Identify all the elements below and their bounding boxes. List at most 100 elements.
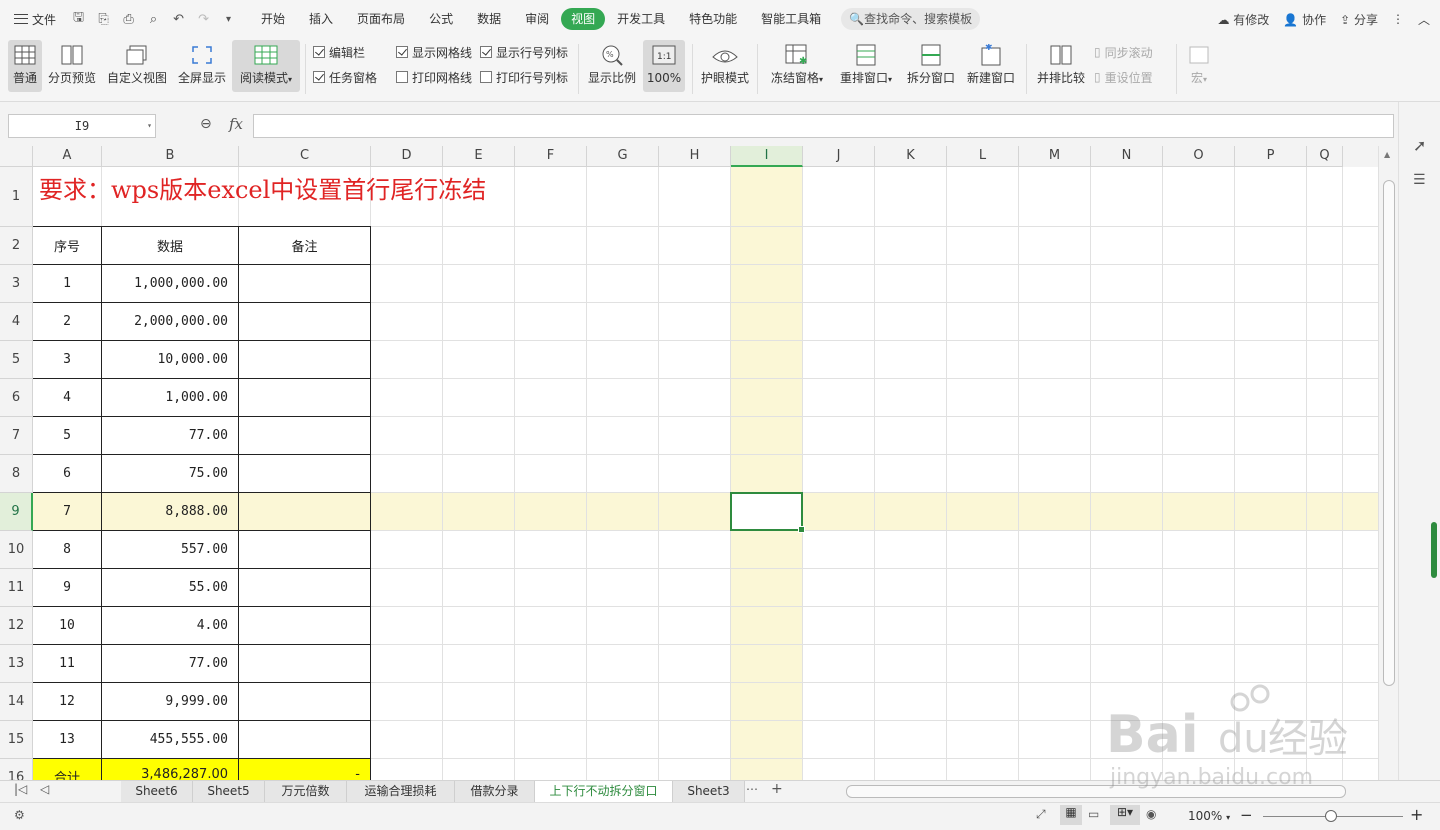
scroll-up-icon[interactable]: ▲ bbox=[1384, 150, 1390, 159]
row-header-6[interactable]: 6 bbox=[0, 379, 33, 417]
active-cell-i9[interactable] bbox=[730, 492, 805, 533]
cell-value[interactable]: 455,555.00 bbox=[101, 720, 239, 759]
row-header-15[interactable]: 15 bbox=[0, 721, 33, 759]
arrange-windows-button[interactable]: 重排窗口▾ bbox=[834, 40, 898, 92]
row-header-11[interactable]: 11 bbox=[0, 569, 33, 607]
row-header-2[interactable]: 2 bbox=[0, 227, 33, 265]
eye-status-icon[interactable]: ◉ bbox=[1146, 807, 1156, 821]
custom-view-button[interactable]: 自定义视图 bbox=[104, 40, 170, 92]
macro-record-icon[interactable]: ⚙ bbox=[14, 808, 25, 822]
reset-position-button[interactable]: ▯ 重设位置 bbox=[1094, 68, 1153, 86]
menu-1[interactable]: 开始 bbox=[249, 8, 297, 30]
print-icon[interactable]: ⎙ bbox=[116, 12, 141, 27]
vertical-scrollbar[interactable]: ▲ bbox=[1378, 146, 1398, 780]
cell-value[interactable]: 1,000.00 bbox=[101, 378, 239, 417]
cell-value[interactable]: 8,888.00 bbox=[101, 492, 239, 531]
row-header-4[interactable]: 4 bbox=[0, 303, 33, 341]
panel-scroll-indicator[interactable] bbox=[1431, 522, 1437, 578]
sheet-tab-2[interactable]: Sheet5 bbox=[193, 781, 265, 802]
reading-mode-button[interactable]: 阅读模式▾ bbox=[232, 40, 300, 92]
header-cell-note[interactable]: 备注 bbox=[238, 226, 371, 265]
column-header-i[interactable]: I bbox=[731, 146, 803, 167]
cell-note[interactable] bbox=[238, 378, 371, 417]
cell-value[interactable]: 4.00 bbox=[101, 606, 239, 645]
header-cell-no[interactable]: 序号 bbox=[33, 226, 102, 265]
vertical-scroll-thumb[interactable] bbox=[1383, 180, 1395, 686]
menu-10[interactable]: 智能工具箱 bbox=[749, 8, 833, 30]
freeze-panes-button[interactable]: ✱ 冻结窗格▾ bbox=[765, 40, 829, 92]
fullscreen-button[interactable]: 全屏显示 bbox=[176, 40, 228, 92]
cell-no[interactable]: 6 bbox=[33, 454, 102, 493]
row-header-9[interactable]: 9 bbox=[0, 493, 33, 531]
first-sheet-icon[interactable]: |◁ bbox=[14, 782, 27, 796]
total-value-cell[interactable]: 3,486,287.00 bbox=[101, 758, 239, 780]
more-sheets-icon[interactable]: ⋯ bbox=[746, 782, 758, 796]
cell-no[interactable]: 3 bbox=[33, 340, 102, 379]
cell-no[interactable]: 12 bbox=[33, 682, 102, 721]
split-window-button[interactable]: 拆分窗口 bbox=[903, 40, 959, 92]
column-header-m[interactable]: M bbox=[1019, 146, 1091, 167]
cell-no[interactable]: 8 bbox=[33, 530, 102, 569]
column-header-e[interactable]: E bbox=[443, 146, 515, 167]
cell-no[interactable]: 2 bbox=[33, 302, 102, 341]
horizontal-scrollbar[interactable] bbox=[830, 785, 1360, 798]
column-header-n[interactable]: N bbox=[1091, 146, 1163, 167]
menu-6[interactable]: 审阅 bbox=[513, 8, 561, 30]
zoom-ratio-button[interactable]: % 显示比例 bbox=[586, 40, 638, 92]
more-icon[interactable]: ⋮ bbox=[1392, 12, 1404, 26]
menu-4[interactable]: 公式 bbox=[417, 8, 465, 30]
cell-no[interactable]: 5 bbox=[33, 416, 102, 455]
normal-view-status-icon[interactable]: ▦ bbox=[1060, 805, 1082, 825]
column-header-o[interactable]: O bbox=[1163, 146, 1235, 167]
zoom-100-button[interactable]: 1:1 100% bbox=[643, 40, 685, 92]
cell-note[interactable] bbox=[238, 454, 371, 493]
cell-note[interactable] bbox=[238, 302, 371, 341]
cell-no[interactable]: 13 bbox=[33, 720, 102, 759]
cell-note[interactable] bbox=[238, 682, 371, 721]
row-header-10[interactable]: 10 bbox=[0, 531, 33, 569]
cell-note[interactable] bbox=[238, 264, 371, 303]
cell-value[interactable]: 77.00 bbox=[101, 416, 239, 455]
add-sheet-icon[interactable]: + bbox=[771, 781, 783, 797]
cell-value[interactable]: 2,000,000.00 bbox=[101, 302, 239, 341]
sheet-tab-1[interactable]: Sheet6 bbox=[121, 781, 193, 802]
page-layout-status-icon[interactable]: ▭ bbox=[1088, 807, 1099, 821]
zoom-formula-icon[interactable]: ⊖ bbox=[200, 116, 212, 132]
row-header-1[interactable]: 1 bbox=[0, 167, 33, 227]
total-label-cell[interactable]: 合计 bbox=[33, 758, 102, 780]
normal-view-button[interactable]: 普通 bbox=[8, 40, 42, 92]
command-search[interactable]: 🔍查找命令、搜索模板 bbox=[841, 8, 981, 30]
print-headers-checkbox[interactable]: 打印行号列标 bbox=[480, 68, 568, 86]
cell-value[interactable]: 1,000,000.00 bbox=[101, 264, 239, 303]
menu-5[interactable]: 数据 bbox=[465, 8, 513, 30]
zoom-level[interactable]: 100% ▾ bbox=[1188, 809, 1230, 823]
sheet-tab-4[interactable]: 运输合理损耗 bbox=[347, 781, 455, 802]
format-painter-icon[interactable]: ⎘ bbox=[91, 12, 116, 27]
cell-value[interactable]: 557.00 bbox=[101, 530, 239, 569]
column-header-h[interactable]: H bbox=[659, 146, 731, 167]
menu-8[interactable]: 开发工具 bbox=[605, 8, 677, 30]
row-header-13[interactable]: 13 bbox=[0, 645, 33, 683]
cell-value[interactable]: 55.00 bbox=[101, 568, 239, 607]
sheet-title-cell[interactable]: 要求：wps版本excel中设置首行尾行冻结 bbox=[39, 167, 486, 207]
cell-value[interactable]: 10,000.00 bbox=[101, 340, 239, 379]
insert-function-icon[interactable]: fx bbox=[229, 115, 243, 133]
side-by-side-button[interactable]: 并排比较 bbox=[1034, 40, 1088, 92]
cell-note[interactable] bbox=[238, 416, 371, 455]
cell-no[interactable]: 9 bbox=[33, 568, 102, 607]
prev-sheet-icon[interactable]: ◁ bbox=[40, 782, 49, 796]
macro-button[interactable]: 宏▾ bbox=[1184, 40, 1214, 92]
print-gridlines-checkbox[interactable]: 打印网格线 bbox=[396, 68, 472, 86]
eye-protection-button[interactable]: 护眼模式 bbox=[699, 40, 751, 92]
menu-2[interactable]: 插入 bbox=[297, 8, 345, 30]
column-header-j[interactable]: J bbox=[803, 146, 875, 167]
cell-note[interactable] bbox=[238, 568, 371, 607]
select-all-corner[interactable] bbox=[0, 146, 33, 167]
menu-7[interactable]: 视图 bbox=[561, 8, 606, 30]
column-header-q[interactable]: Q bbox=[1307, 146, 1343, 167]
undo-icon[interactable]: ↶ bbox=[166, 12, 191, 27]
name-box[interactable]: I9 ▾ bbox=[8, 114, 156, 138]
row-header-12[interactable]: 12 bbox=[0, 607, 33, 645]
row-header-14[interactable]: 14 bbox=[0, 683, 33, 721]
cell-note[interactable] bbox=[238, 340, 371, 379]
